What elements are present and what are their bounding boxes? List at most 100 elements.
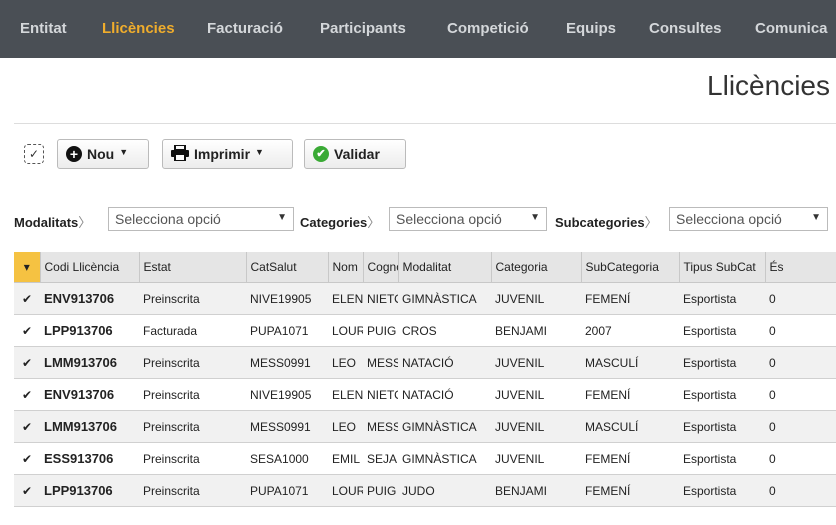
column-header-categoria[interactable]: Categoria [491,252,582,283]
cell-tipus: Esportista [679,410,765,443]
cell-categoria: BENJAMI [491,314,581,347]
table-row[interactable]: ✔ENV913706PreinscritaNIVE19905ELENNIETON… [14,378,836,411]
cell-categoria: JUVENIL [491,410,581,443]
cell-subcategoria: FEMENÍ [581,378,679,411]
cell-estat: Preinscrita [139,378,246,411]
cell-cognom: NIETO [363,282,398,315]
nav-item-consultes[interactable]: Consultes [649,20,722,37]
cell-es: 0 [765,346,836,379]
column-header-tipus[interactable]: Tipus SubCat [679,252,766,283]
cell-cognom: MESS [363,410,398,443]
top-navigation: Entitat Llicències Facturació Participan… [0,0,836,58]
modalitats-label: Modalitats〉 [14,215,92,230]
cell-subcategoria: MASCULÍ [581,346,679,379]
cell-tipus: Esportista [679,442,765,475]
cell-codi: ENV913706 [40,378,139,411]
cell-cognom: NIETO [363,378,398,411]
row-checkbox[interactable]: ✔ [14,346,40,379]
cell-subcategoria: FEMENÍ [581,474,679,507]
validate-button-label: Validar [334,146,380,162]
dropdown-arrow-icon: ▼ [811,212,821,223]
column-header-modalitat[interactable]: Modalitat [398,252,492,283]
cell-categoria: BENJAMI [491,474,581,507]
cell-estat: Preinscrita [139,474,246,507]
cell-modalitat: GIMNÀSTICA [398,282,491,315]
cell-cognom: SEJA [363,442,398,475]
table-row[interactable]: ✔ LMM913706 Preinscrita MESS0991 LEO MESS GIMN… [14,410,836,443]
cell-catsalut: SESA1000 [246,442,328,475]
row-checkbox[interactable]: ✔ [14,378,40,411]
cell-es: 0 [765,378,836,411]
column-header-catsalut[interactable]: CatSalut [246,252,329,283]
cell-codi: ENV913706 [40,282,139,315]
row-checkbox[interactable]: ✔ [14,410,40,443]
new-button[interactable]: + Nou ▼ [57,139,149,169]
cell-codi: LPP913706 [40,474,139,507]
new-button-label: Nou [87,146,115,162]
cell-codi: ESS913706 [40,442,139,475]
column-header-estat[interactable]: Estat [139,252,247,283]
licenses-table: $▾ Codi Llicència Estat CatSalut Nom Cog… [14,252,836,507]
cell-tipus: Esportista [679,314,765,347]
nav-item-llicencies[interactable]: Llicències [102,20,175,37]
nav-item-comunica[interactable]: Comunica [755,20,828,37]
cell-subcategoria: MASCULÍ [581,410,679,443]
cell-es: 0 [765,410,836,443]
table-row[interactable]: ✔ENV913706PreinscritaNIVE19905ELENNIETOG… [14,282,836,315]
cell-codi: LMM913706 [40,410,139,443]
column-header-es[interactable]: És [765,252,836,283]
cell-cognom: PUIG [363,474,398,507]
sort-arrow-icon: ▾ [23,260,30,274]
cell-categoria: JUVENIL [491,378,581,411]
cell-catsalut: MESS0991 [246,346,328,379]
cell-codi: LMM913706 [40,346,139,379]
column-header-select[interactable]: $▾ [14,252,41,283]
chevron-down-icon: ▼ [119,147,129,157]
table-header-row: $▾ Codi Llicència Estat CatSalut Nom Cog… [14,252,836,283]
subcategories-select[interactable]: Selecciona opció ▼ [669,207,828,231]
cell-nom: ELEN [328,378,363,411]
cell-estat: Preinscrita [139,410,246,443]
cell-modalitat: GIMNÀSTICA [398,410,491,443]
nav-item-entitat[interactable]: Entitat [20,20,67,37]
cell-catsalut: PUPA1071 [246,314,328,347]
cell-codi: LPP913706 [40,314,139,347]
column-header-nom[interactable]: Nom [328,252,364,283]
select-all-checkbox[interactable]: ✓ [24,144,44,164]
row-checkbox[interactable]: ✔ [14,474,40,507]
cell-categoria: JUVENIL [491,442,581,475]
cell-es: 0 [765,282,836,315]
cell-cognom: PUIG [363,314,398,347]
row-checkbox[interactable]: ✔ [14,442,40,475]
validate-button[interactable]: ✔ Validar [304,139,406,169]
table-row[interactable]: ✔ LPP913706 Facturada PUPA1071 LOUR PUIG CROS B… [14,314,836,347]
cell-nom: LOUR [328,474,363,507]
column-header-codi[interactable]: Codi Llicència [40,252,140,283]
cell-catsalut: NIVE19905 [246,282,328,315]
column-header-subcategoria[interactable]: SubCategoria [581,252,680,283]
column-header-cognom[interactable]: Cognom [363,252,399,283]
cell-modalitat: GIMNÀSTICA [398,442,491,475]
cell-es: 0 [765,442,836,475]
cell-es: 0 [765,314,836,347]
categories-label: Categories〉 [300,215,381,230]
nav-item-equips[interactable]: Equips [566,20,616,37]
dropdown-arrow-icon: ▼ [530,212,540,223]
cell-catsalut: PUPA1071 [246,474,328,507]
table-row[interactable]: ✔ LMM913706 Preinscrita MESS0991 LEO MESS NATA… [14,346,836,379]
row-checkbox[interactable]: ✔ [14,282,40,315]
nav-item-participants[interactable]: Participants [320,20,406,37]
row-checkbox[interactable]: ✔ [14,314,40,347]
nav-item-competicio[interactable]: Competició [447,20,529,37]
table-row[interactable]: ✔ ESS913706 Preinscrita SESA1000 EMIL SEJA GIM… [14,442,836,475]
print-button[interactable]: Imprimir ▼ [162,139,293,169]
categories-select[interactable]: Selecciona opció ▼ [389,207,547,231]
table-row[interactable]: ✔ LPP913706 Preinscrita PUPA1071 LOUR PUIG JUD… [14,474,836,507]
cell-subcategoria: FEMENÍ [581,282,679,315]
cell-categoria: JUVENIL [491,282,581,315]
modalitats-select[interactable]: Selecciona opció ▼ [108,207,294,231]
cell-modalitat: JUDO [398,474,491,507]
dropdown-arrow-icon: ▼ [277,212,287,223]
cell-catsalut: MESS0991 [246,410,328,443]
nav-item-facturacio[interactable]: Facturació [207,20,283,37]
